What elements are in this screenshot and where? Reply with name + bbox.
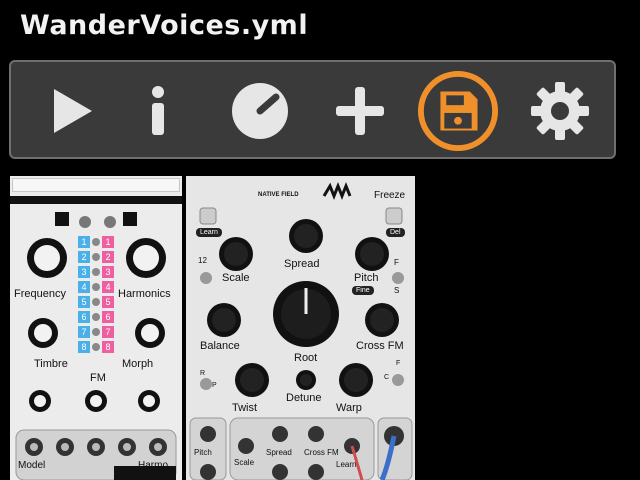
led-label: 8 <box>78 341 90 353</box>
led-label: 1 <box>102 236 114 248</box>
model-label: Model <box>18 460 46 471</box>
num-label: 12 <box>198 256 207 265</box>
balance-label: Balance <box>200 340 240 352</box>
play-icon <box>54 89 92 133</box>
led-label: 6 <box>78 311 90 323</box>
jack-spread-label: Spread <box>266 448 292 457</box>
toolbar <box>9 60 616 159</box>
f-label-top: F <box>394 258 399 267</box>
spread-label: Spread <box>284 258 320 270</box>
frequency-label: Frequency <box>14 288 66 300</box>
jack-learn-label: Learn <box>336 460 357 469</box>
c-label: C <box>384 374 390 381</box>
knob-icon <box>232 83 288 139</box>
pitch-label: Pitch <box>354 272 379 284</box>
led-label: 7 <box>78 326 90 338</box>
fm-label: FM <box>90 372 106 384</box>
led-label: 2 <box>78 251 90 263</box>
chord-voice-module: NATIVE FIELD Freeze Learn Del 12 Scale S… <box>186 176 415 480</box>
morph-label: Morph <box>122 358 154 370</box>
twist-label: Twist <box>232 402 258 414</box>
model-led-column-left: 1 2 3 4 5 6 7 8 <box>78 236 90 356</box>
led-label: 7 <box>102 326 114 338</box>
led-label: 6 <box>102 311 114 323</box>
macro-oscillator-module: 1 2 3 4 5 6 7 8 1 2 3 4 5 6 7 8 Frequenc… <box>10 176 182 480</box>
harmonics-label: Harmonics <box>118 288 171 300</box>
led-label: 4 <box>102 281 114 293</box>
model-led-dots <box>92 238 100 358</box>
led-label: 4 <box>78 281 90 293</box>
fine-tag: Fine <box>352 286 374 295</box>
module-panel-graphics <box>189 181 413 480</box>
del-tag: Del <box>386 228 405 237</box>
warp-label: Warp <box>336 402 362 414</box>
gear-icon <box>531 82 589 140</box>
f-label-mid: F <box>396 360 401 367</box>
add-module-button[interactable] <box>319 70 401 152</box>
learn-tag: Learn <box>196 228 222 237</box>
jack-crossfm-label: Cross FM <box>304 448 339 457</box>
info-button[interactable] <box>117 70 199 152</box>
info-icon <box>152 86 164 135</box>
jack-scale-label: Scale <box>234 458 255 467</box>
title-bar: WanderVoices.yml <box>0 0 640 56</box>
led-label: 2 <box>102 251 114 263</box>
detune-label: Detune <box>286 392 322 404</box>
plus-icon <box>336 87 384 135</box>
root-label: Root <box>294 352 318 364</box>
settings-button[interactable] <box>519 70 601 152</box>
cross-fm-label: Cross FM <box>356 340 404 352</box>
led-label: 5 <box>78 296 90 308</box>
led-label: 3 <box>78 266 90 278</box>
model-led-column-right: 1 2 3 4 5 6 7 8 <box>102 236 114 356</box>
jack-pitch-label: Pitch <box>194 448 212 457</box>
play-button[interactable] <box>29 70 111 152</box>
timbre-label: Timbre <box>34 358 68 370</box>
r-label: R <box>200 370 206 377</box>
led-label: 3 <box>102 266 114 278</box>
led-label: 1 <box>78 236 90 248</box>
save-button[interactable] <box>417 70 499 152</box>
scale-label: Scale <box>222 272 250 284</box>
window-title: WanderVoices.yml <box>20 10 309 41</box>
brand-label: NATIVE FIELD <box>258 192 299 198</box>
harmo-label: Harmo <box>138 460 169 471</box>
freeze-label: Freeze <box>374 190 406 201</box>
led-label: 8 <box>102 341 114 353</box>
knob-button[interactable] <box>219 70 301 152</box>
s-label-top: S <box>394 286 400 295</box>
p-label: P <box>212 382 217 389</box>
led-label: 5 <box>102 296 114 308</box>
floppy-disk-icon <box>417 70 499 152</box>
module-rack: 1 2 3 4 5 6 7 8 1 2 3 4 5 6 7 8 Frequenc… <box>10 176 415 480</box>
